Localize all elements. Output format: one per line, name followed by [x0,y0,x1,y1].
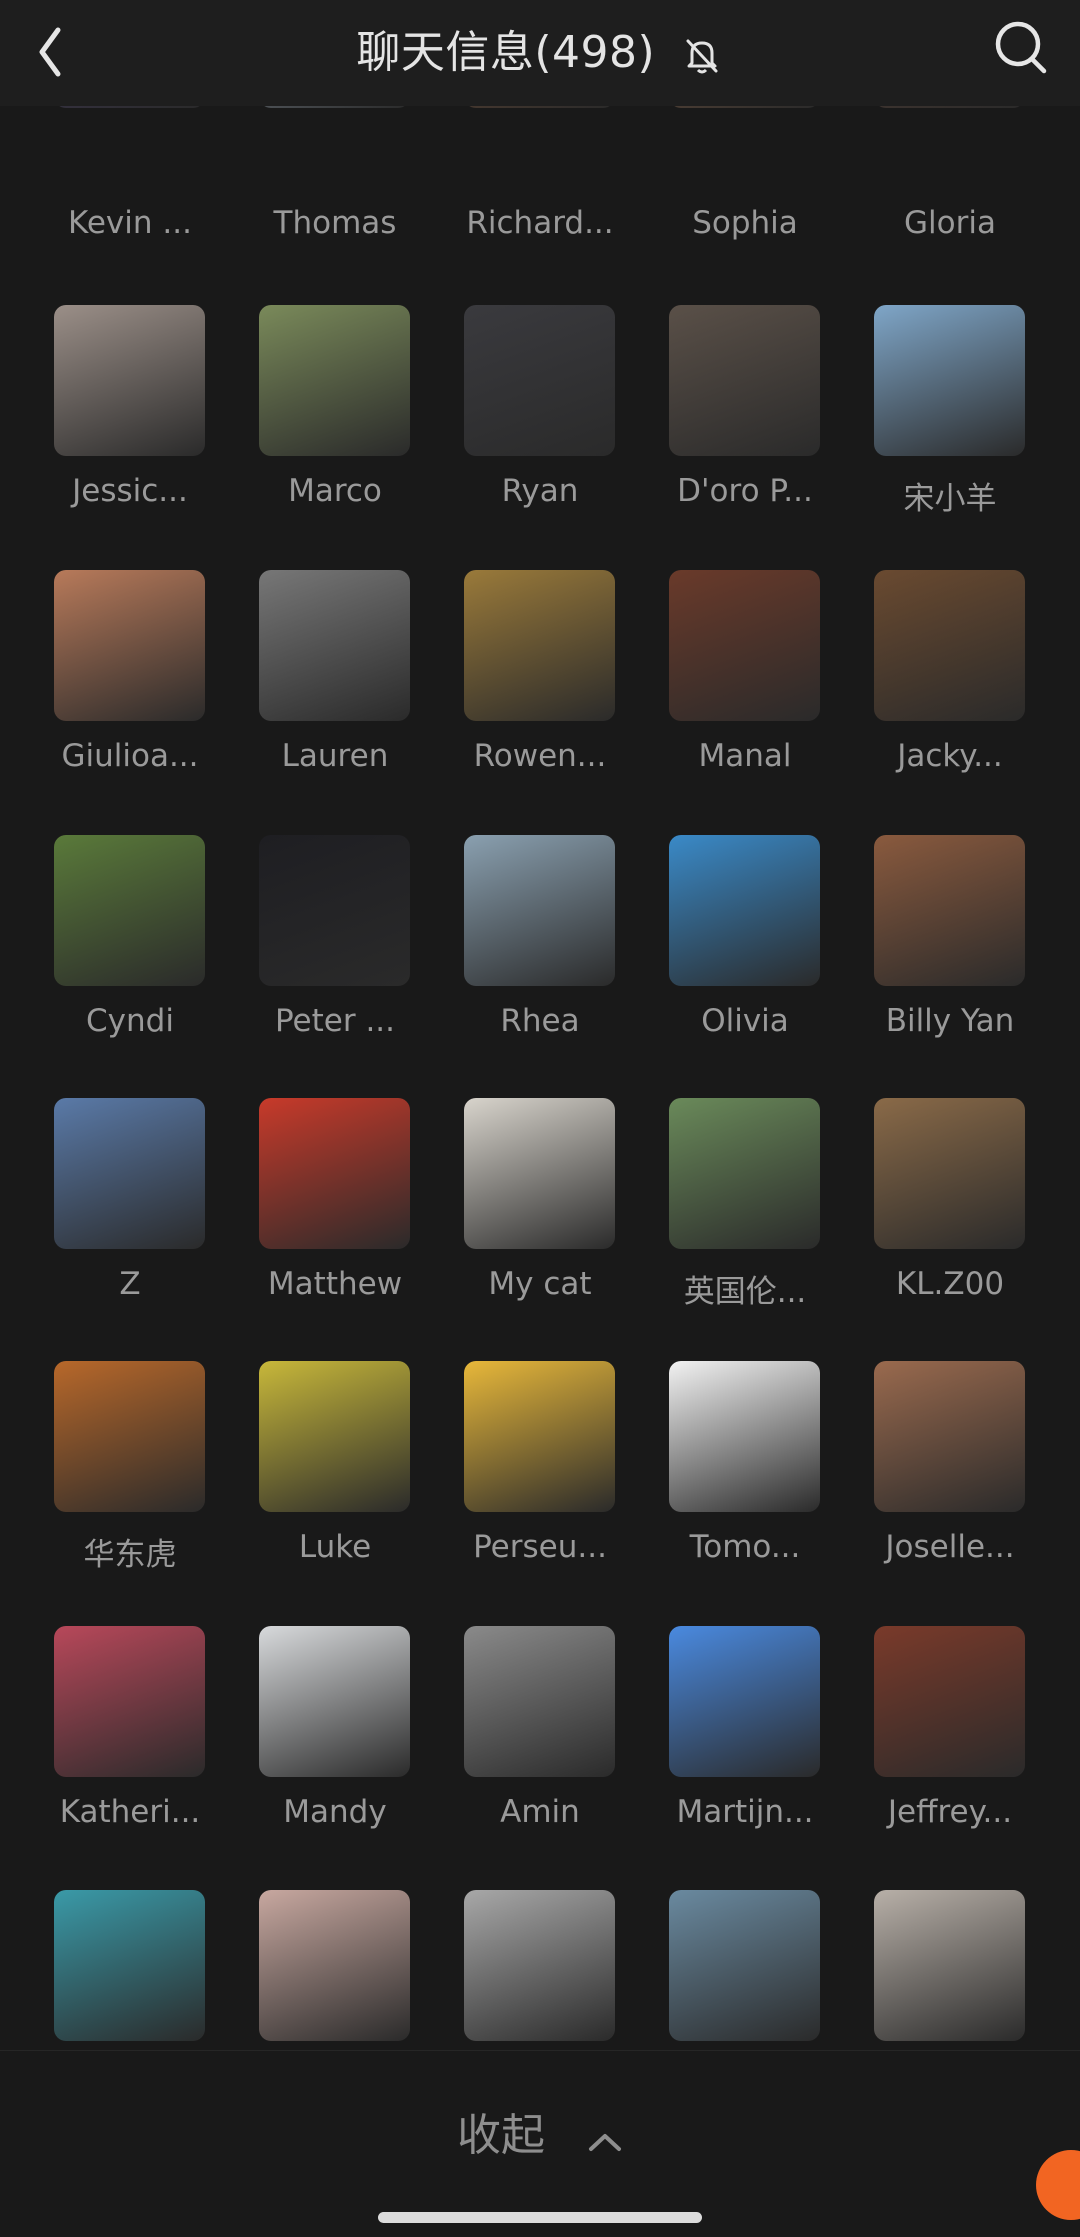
member-avatar[interactable] [669,1361,820,1512]
member-item[interactable]: My cat [415,1098,620,1348]
member-avatar[interactable] [874,1626,1025,1777]
member-avatar[interactable] [54,305,205,456]
page-title: 聊天信息(498) [0,16,1080,80]
member-avatar[interactable] [464,1098,615,1249]
member-item[interactable]: KL.Z00 [825,1098,1030,1348]
member-name: 宋小羊 [903,481,997,517]
member-item[interactable]: 宋小羊 [825,305,1030,555]
member-avatar[interactable] [464,1361,615,1512]
member-avatar[interactable] [669,570,820,721]
top-bar: 聊天信息(498) [0,0,1080,106]
member-avatar[interactable] [669,1098,820,1249]
member-avatar[interactable] [259,1098,410,1249]
member-item[interactable]: 英国伦... [620,1098,825,1348]
member-avatar[interactable] [54,1890,205,2041]
member-avatar[interactable] [874,835,1025,986]
member-item[interactable]: Olivia [620,835,825,1085]
chevron-up-icon [587,2113,623,2164]
member-item[interactable]: Jacky... [825,570,1030,820]
member-avatar[interactable] [54,835,205,986]
member-avatar[interactable] [259,305,410,456]
member-item[interactable]: Rowen... [415,570,620,820]
member-avatar[interactable] [259,570,410,721]
member-item[interactable]: Matthew [210,1098,415,1348]
member-item[interactable]: Cyndi [5,835,210,1085]
member-avatar[interactable] [464,835,615,986]
member-avatar[interactable] [54,570,205,721]
search-icon [995,21,1047,74]
member-avatar[interactable] [259,835,410,986]
member-item[interactable]: Luke [210,1361,415,1611]
member-item[interactable]: Jessic... [5,305,210,555]
home-indicator [378,2212,702,2223]
title-text: 聊天信息(498) [356,27,656,78]
member-item[interactable]: Tomo... [620,1361,825,1611]
member-avatar[interactable] [464,305,615,456]
member-item[interactable]: Z [5,1098,210,1348]
member-item[interactable]: Katheri... [5,1626,210,1876]
member-avatar[interactable] [259,1626,410,1777]
member-name: Jacky... [897,738,1003,774]
member-grid: Kevin ... Thomas Richard... Sophia Gloria Jes… [0,0,1080,2050]
collapse-label: 收起 [457,2110,545,2161]
member-item[interactable]: 华东虎 [5,1361,210,1611]
member-name: Billy Yan [885,1003,1015,1039]
member-item[interactable]: D'oro P... [620,305,825,555]
member-avatar[interactable] [669,835,820,986]
member-avatar[interactable] [54,1361,205,1512]
collapse-bar: 收起 [0,2050,1080,2196]
member-item[interactable]: Ryan [415,305,620,555]
member-avatar[interactable] [669,1890,820,2041]
member-item[interactable]: Giulioa... [5,570,210,820]
member-avatar[interactable] [464,570,615,721]
member-item[interactable]: Manal [620,570,825,820]
member-avatar[interactable] [874,570,1025,721]
member-item[interactable]: Lauren [210,570,415,820]
member-item[interactable]: Perseu... [415,1361,620,1611]
member-name: KL.Z00 [895,1266,1005,1302]
member-avatar[interactable] [874,1361,1025,1512]
member-name: Gloria [904,205,996,241]
member-avatar[interactable] [669,305,820,456]
bell-off-icon [680,33,724,77]
member-avatar[interactable] [874,1098,1025,1249]
member-avatar[interactable] [874,1890,1025,2041]
member-item[interactable]: Rhea [415,835,620,1085]
member-avatar[interactable] [259,1890,410,2041]
collapse-button[interactable]: 收起 [0,2099,1080,2164]
member-name: Jeffrey... [887,1794,1013,1830]
member-item[interactable]: Peter ... [210,835,415,1085]
member-avatar[interactable] [669,1626,820,1777]
member-item[interactable]: Billy Yan [825,835,1030,1085]
member-avatar[interactable] [54,1098,205,1249]
member-avatar[interactable] [259,1361,410,1512]
member-avatar[interactable] [464,1890,615,2041]
member-avatar[interactable] [54,1626,205,1777]
member-item[interactable]: Joselle... [825,1361,1030,1611]
member-avatar[interactable] [464,1626,615,1777]
member-item[interactable]: Marco [210,305,415,555]
member-item[interactable]: Martijn... [620,1626,825,1876]
search-button[interactable] [990,12,1054,76]
member-name: Joselle... [885,1529,1015,1565]
member-avatar[interactable] [874,305,1025,456]
member-item[interactable]: Mandy [210,1626,415,1876]
member-item[interactable]: Jeffrey... [825,1626,1030,1876]
member-item[interactable]: Amin [415,1626,620,1876]
